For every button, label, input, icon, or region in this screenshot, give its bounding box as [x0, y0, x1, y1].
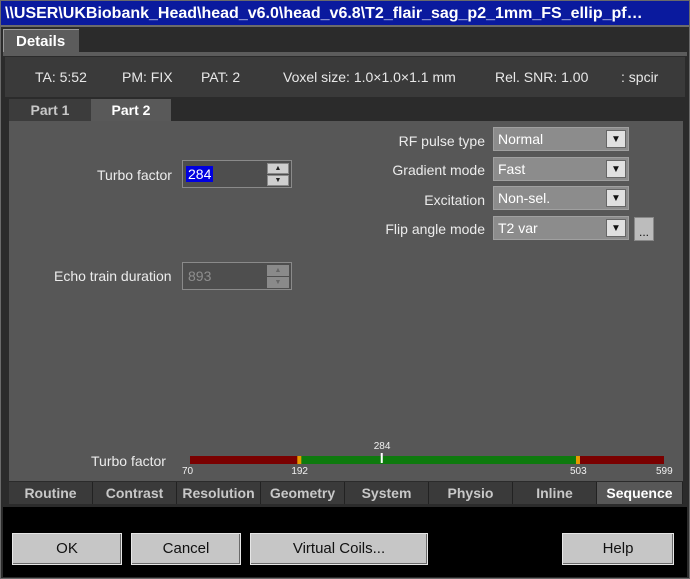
range-max-label: 599 [656, 466, 673, 477]
relative-snr: Rel. SNR: 1.00 [495, 69, 589, 85]
tab-contrast[interactable]: Contrast [93, 482, 177, 504]
range-high-marker [575, 456, 580, 464]
flip-angle-mode-select[interactable]: T2 var ▼ [493, 216, 629, 240]
tab-geometry[interactable]: Geometry [261, 482, 345, 504]
voxel-size: Voxel size: 1.0×1.0×1.1 mm [283, 69, 456, 85]
protocol-info-bar: TA: 5:52 PM: FIX PAT: 2 Voxel size: 1.0×… [5, 57, 685, 97]
turbo-factor-stepper[interactable]: 284 ▲ ▼ [182, 160, 292, 188]
turbo-factor-range: Turbo factor 284 70 192 503 599 [9, 441, 683, 483]
gradient-mode-select[interactable]: Fast ▼ [493, 157, 629, 181]
range-segment-above [577, 456, 664, 464]
rf-pulse-type-label: RF pulse type [398, 133, 485, 149]
echo-train-duration-increment-button: ▲ [267, 265, 289, 276]
tab-sequence[interactable]: Sequence [597, 482, 683, 504]
dialog-button-bar: OK Cancel Virtual Coils... Help [3, 507, 687, 577]
flip-angle-mode-value: T2 var [498, 220, 538, 236]
tab-routine[interactable]: Routine [9, 482, 93, 504]
protocol-card-tabs: Routine Contrast Resolution Geometry Sys… [9, 482, 683, 504]
chevron-down-icon[interactable]: ▼ [606, 130, 626, 148]
gradient-mode-value: Fast [498, 161, 526, 177]
rf-pulse-type-value: Normal [498, 131, 544, 147]
echo-train-duration-value: 893 [188, 268, 212, 284]
sequence-suffix: : spcir [621, 69, 659, 85]
pat-factor: PAT: 2 [201, 69, 241, 85]
flip-angle-mode-label: Flip angle mode [385, 221, 485, 237]
echo-train-duration-stepper: 893 ▲ ▼ [182, 262, 292, 290]
tab-details[interactable]: Details [3, 29, 79, 53]
range-bar[interactable] [9, 443, 683, 483]
flip-angle-settings-button[interactable]: ... [634, 217, 654, 241]
tab-resolution[interactable]: Resolution [177, 482, 261, 504]
sequence-panel: Turbo factor 284 ▲ ▼ Echo train duration… [9, 121, 683, 481]
excitation-label: Excitation [424, 192, 485, 208]
range-low-marker [297, 456, 302, 464]
tab-part-1[interactable]: Part 1 [9, 99, 91, 121]
virtual-coils-button[interactable]: Virtual Coils... [250, 533, 428, 565]
acquisition-time: TA: 5:52 [35, 69, 87, 85]
range-low-label: 192 [291, 466, 308, 477]
phase-mode: PM: FIX [122, 69, 173, 85]
chevron-down-icon[interactable]: ▼ [606, 160, 626, 178]
range-segment-allowed [299, 456, 578, 464]
range-current-label: 284 [373, 441, 391, 452]
range-segment-below [190, 456, 300, 464]
tab-physio[interactable]: Physio [429, 482, 513, 504]
range-high-label: 503 [569, 466, 587, 477]
range-min-label: 70 [182, 466, 194, 477]
cancel-button[interactable]: Cancel [131, 533, 241, 565]
protocol-window: \\USER\UKBiobank_Head\head_v6.0\head_v6.… [0, 0, 690, 579]
rf-pulse-type-select[interactable]: Normal ▼ [493, 127, 629, 151]
details-tab-strip [3, 52, 687, 56]
gradient-mode-label: Gradient mode [392, 162, 485, 178]
excitation-select[interactable]: Non-sel. ▼ [493, 186, 629, 210]
echo-train-duration-label: Echo train duration [54, 268, 172, 284]
turbo-factor-value[interactable]: 284 [186, 166, 214, 182]
tab-part-2[interactable]: Part 2 [91, 99, 171, 121]
tab-inline[interactable]: Inline [513, 482, 597, 504]
window-title: \\USER\UKBiobank_Head\head_v6.0\head_v6.… [1, 1, 689, 27]
turbo-factor-label: Turbo factor [97, 167, 172, 183]
ok-button[interactable]: OK [12, 533, 122, 565]
tab-system[interactable]: System [345, 482, 429, 504]
chevron-down-icon[interactable]: ▼ [606, 219, 626, 237]
help-button[interactable]: Help [562, 533, 674, 565]
range-current-marker[interactable] [380, 453, 383, 463]
turbo-factor-increment-button[interactable]: ▲ [267, 163, 289, 174]
excitation-value: Non-sel. [498, 190, 551, 206]
turbo-factor-decrement-button[interactable]: ▼ [267, 175, 289, 186]
echo-train-duration-decrement-button: ▼ [267, 277, 289, 288]
chevron-down-icon[interactable]: ▼ [606, 189, 626, 207]
